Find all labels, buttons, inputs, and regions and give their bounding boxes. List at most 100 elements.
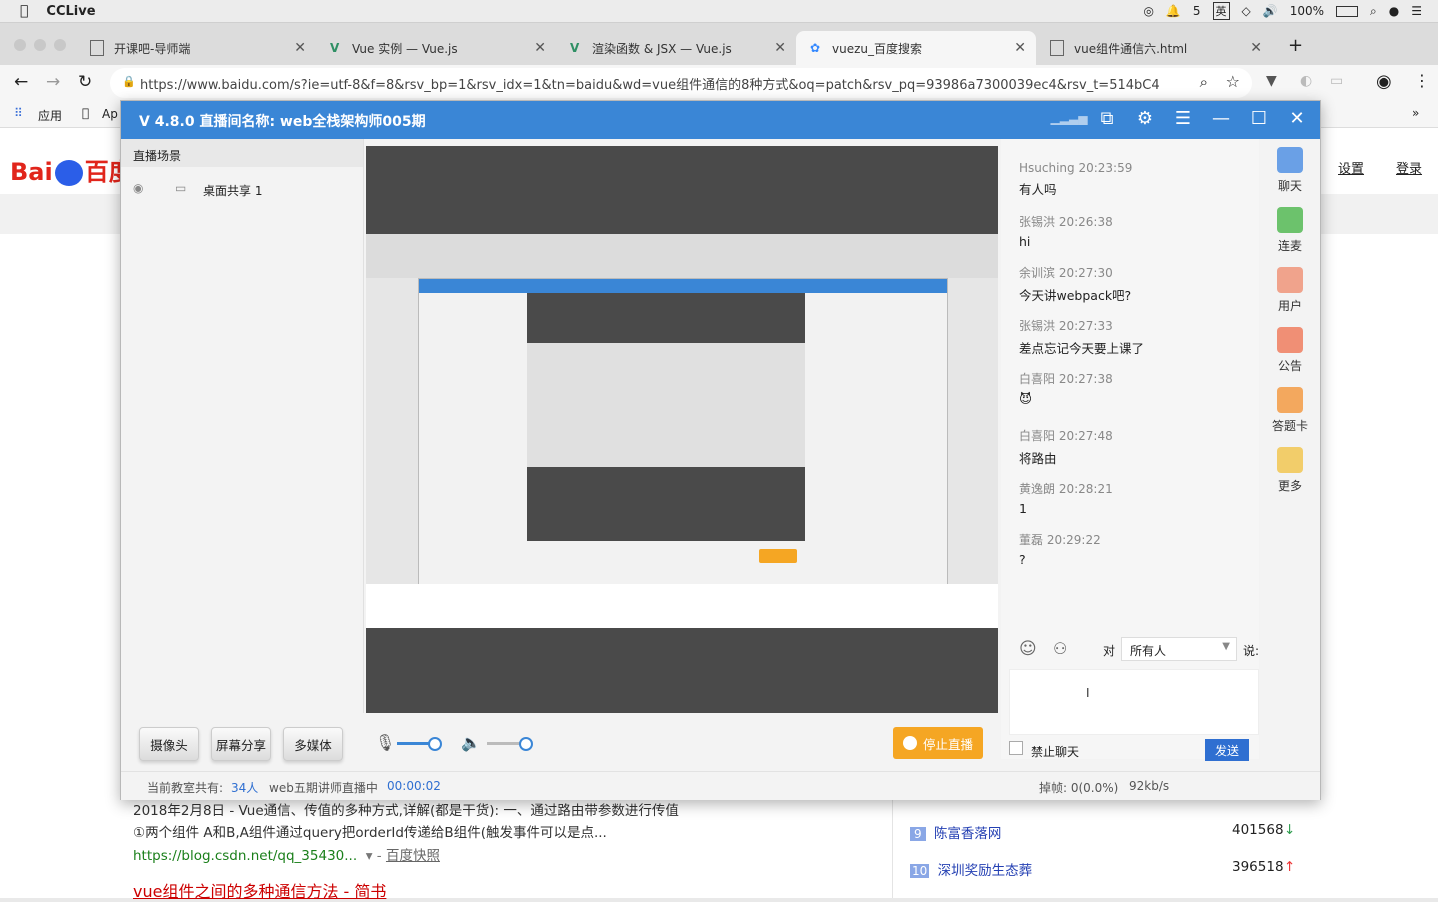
- chat-input[interactable]: I: [1009, 669, 1259, 735]
- bell-icon[interactable]: 🔔: [1166, 4, 1181, 18]
- sidebar-label: 答题卡: [1271, 419, 1308, 433]
- apple-bookmark-icon[interactable]: : [82, 106, 89, 120]
- bookmark-star-icon[interactable]: ☆: [1226, 72, 1240, 91]
- chat-user[interactable]: 张锡洪: [1019, 319, 1055, 333]
- chat-user[interactable]: 白喜阳: [1019, 372, 1055, 386]
- close-icon[interactable]: ✕: [1250, 40, 1262, 56]
- battery-icon[interactable]: [1336, 5, 1359, 17]
- search-result-url[interactable]: https://blog.csdn.net/qq_35430... ▾ - 百度…: [133, 844, 440, 864]
- battery-percent[interactable]: 100%: [1290, 4, 1324, 18]
- window-titlebar[interactable]: V 4.8.0 直播间名称: web全栈架构师005期 ▁▂▃▅ ⧉ ⚙ ☰ —…: [121, 101, 1320, 139]
- chat-user[interactable]: Hsuching: [1019, 161, 1075, 175]
- forward-icon[interactable]: →: [46, 72, 60, 92]
- list-icon[interactable]: ☰: [1411, 4, 1422, 18]
- notice-icon: [1277, 327, 1303, 353]
- result-url-text[interactable]: https://blog.csdn.net/qq_35430...: [133, 848, 357, 864]
- document-icon: [90, 40, 104, 56]
- baidu-logo[interactable]: Bai 百度: [10, 152, 133, 187]
- bookmark-apps[interactable]: 应用: [38, 107, 62, 124]
- sidebar-item-notice[interactable]: 公告: [1270, 327, 1310, 374]
- close-icon[interactable]: ✕: [1286, 107, 1308, 129]
- baidu-login-link[interactable]: 登录: [1396, 158, 1422, 177]
- screen-share-button[interactable]: 屏幕分享: [211, 727, 271, 761]
- more-bookmarks-icon[interactable]: »: [1412, 106, 1419, 120]
- extension-icon[interactable]: ◐: [1300, 73, 1312, 89]
- ban-chat-checkbox[interactable]: [1009, 741, 1023, 755]
- sidebar-item-quiz[interactable]: 答题卡: [1270, 387, 1310, 434]
- chat-bubble-icon[interactable]: ◎: [1143, 4, 1153, 18]
- tab-vue-component[interactable]: vue组件通信六.html ✕: [1036, 31, 1272, 65]
- close-icon[interactable]: ✕: [774, 40, 786, 56]
- speaker-icon[interactable]: 🔈: [461, 733, 481, 752]
- app-name[interactable]: CCLive: [46, 4, 95, 19]
- extension-icon[interactable]: ▭: [1330, 73, 1343, 89]
- media-button[interactable]: 多媒体: [283, 727, 343, 761]
- baidu-settings-link[interactable]: 设置: [1338, 158, 1364, 177]
- vue-logo-icon: V: [570, 41, 580, 55]
- ime-label[interactable]: 英: [1212, 2, 1230, 20]
- url-text[interactable]: https://www.baidu.com/s?ie=utf-8&f=8&rsv…: [140, 74, 1160, 93]
- chat-user[interactable]: 张锡洪: [1019, 215, 1055, 229]
- emoji-icon[interactable]: ☺: [1019, 639, 1037, 659]
- sidebar-item-mic[interactable]: 连麦: [1270, 207, 1310, 254]
- tab-baidu-search[interactable]: ✿ vuezu_百度搜索 ✕: [796, 31, 1036, 65]
- nested-titlebar: [419, 279, 947, 293]
- chat-user[interactable]: 黄逸朗: [1019, 482, 1055, 496]
- minimize-icon[interactable]: —: [1210, 107, 1232, 129]
- close-window-dot[interactable]: [14, 39, 26, 51]
- hot-list-item[interactable]: 10 深圳奖励生态葬 396518 ↑: [910, 859, 1295, 879]
- vue-devtools-icon[interactable]: ▼: [1266, 73, 1277, 89]
- chat-time: 20:26:38: [1058, 215, 1113, 229]
- close-icon[interactable]: ✕: [534, 40, 546, 56]
- minimize-window-dot[interactable]: [34, 39, 46, 51]
- profile-icon[interactable]: ◉: [1376, 71, 1392, 92]
- apps-grid-icon[interactable]: ⠿: [14, 106, 23, 120]
- mic-slider-handle[interactable]: [428, 737, 442, 751]
- microphone-icon[interactable]: 🎙: [375, 733, 395, 752]
- sidebar-item-more[interactable]: 更多: [1270, 447, 1310, 494]
- send-button[interactable]: 发送: [1205, 739, 1249, 761]
- stop-live-button[interactable]: 停止直播: [893, 727, 983, 759]
- hot-list-item[interactable]: 9 陈富香落网 401568 ↓: [910, 822, 1295, 842]
- tab-render-function[interactable]: V 渲染函数 & JSX — Vue.js ✕: [556, 31, 796, 65]
- recipient-select[interactable]: 所有人 ▼: [1121, 637, 1237, 661]
- tab-kaikeba[interactable]: 开课吧-导师端 ✕: [76, 31, 316, 65]
- back-icon[interactable]: ←: [14, 72, 28, 92]
- sidebar-item-users[interactable]: 用户: [1270, 267, 1310, 314]
- tab-vue-instance[interactable]: V Vue 实例 — Vue.js ✕: [316, 31, 556, 65]
- scene-item[interactable]: ◉ ▭ 桌面共享 1: [121, 177, 363, 203]
- address-bar[interactable]: 🔒 https://www.baidu.com/s?ie=utf-8&f=8&r…: [110, 68, 1252, 98]
- users-icon[interactable]: ⚇: [1053, 639, 1067, 658]
- hamburger-menu-icon[interactable]: ☰: [1172, 107, 1194, 129]
- zoom-icon[interactable]: ⌕: [1200, 73, 1208, 91]
- zoom-window-dot[interactable]: [54, 39, 66, 51]
- chat-user[interactable]: 白喜阳: [1019, 429, 1055, 443]
- browser-tabbar: 开课吧-导师端 ✕ V Vue 实例 — Vue.js ✕ V 渲染函数 & J…: [0, 23, 1438, 65]
- search-icon[interactable]: ⌕: [1370, 4, 1377, 19]
- wifi-icon[interactable]: ◇: [1242, 4, 1251, 18]
- speaker-slider-handle[interactable]: [519, 737, 533, 751]
- apple-icon[interactable]: : [20, 3, 28, 19]
- chat-message: 黄逸朗 20:28:21 1: [1019, 480, 1113, 516]
- new-tab-icon[interactable]: +: [1288, 35, 1303, 56]
- snapshot-link[interactable]: 百度快照: [386, 848, 440, 864]
- search-result-title[interactable]: vue组件之间的多种通信方法 - 简书: [133, 878, 386, 902]
- camera-button[interactable]: 摄像头: [139, 727, 199, 761]
- bookmark-ap[interactable]: Ap: [102, 107, 118, 121]
- siri-icon[interactable]: ●: [1389, 4, 1399, 18]
- popout-icon[interactable]: ⧉: [1096, 107, 1118, 129]
- hot-item-title[interactable]: 深圳奖励生态葬: [938, 863, 1033, 879]
- chat-user[interactable]: 余训滨: [1019, 266, 1055, 280]
- reload-icon[interactable]: ↻: [78, 72, 92, 92]
- hot-item-title[interactable]: 陈富香落网: [934, 826, 1002, 842]
- close-icon[interactable]: ✕: [294, 40, 306, 56]
- volume-icon[interactable]: 🔊: [1263, 4, 1278, 18]
- input-method-indicator[interactable]: 5: [1193, 4, 1201, 18]
- maximize-icon[interactable]: ☐: [1248, 107, 1270, 129]
- sidebar-item-chat[interactable]: 聊天: [1270, 147, 1310, 194]
- eye-icon[interactable]: ◉: [133, 181, 143, 195]
- close-icon[interactable]: ✕: [1014, 40, 1026, 56]
- menu-dots-icon[interactable]: ⋮: [1414, 71, 1430, 90]
- chat-user[interactable]: 董磊: [1019, 533, 1043, 547]
- gear-icon[interactable]: ⚙: [1134, 107, 1156, 129]
